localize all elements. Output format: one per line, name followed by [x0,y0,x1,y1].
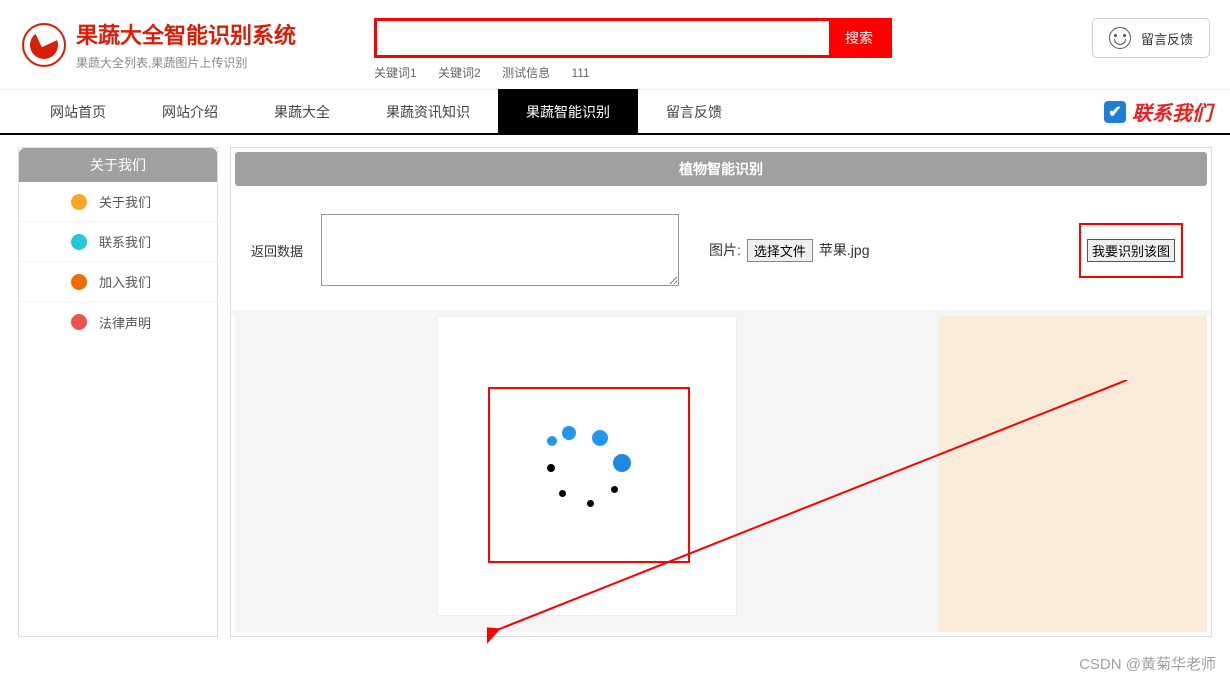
preview-right-panel [939,316,1207,632]
nav-recognition[interactable]: 果蔬智能识别 [498,89,638,135]
sidebar-item-about[interactable]: 关于我们 [19,182,217,222]
about-icon [71,194,87,210]
feedback-button[interactable]: 留言反馈 [1092,18,1210,58]
sidebar-item-legal[interactable]: 法律声明 [19,302,217,342]
sidebar: 关于我们 关于我们 联系我们 加入我们 法律声明 [18,147,218,637]
keyword-link[interactable]: 测试信息 [502,66,550,80]
sidebar-item-label: 法律声明 [99,313,151,332]
join-icon [71,274,87,290]
sidebar-item-label: 联系我们 [99,232,151,251]
form-row: 返回数据 图片: 选择文件 苹果.jpg 我要识别该图 [231,190,1211,316]
site-subtitle: 果蔬大全列表,果蔬图片上传识别 [76,54,296,71]
recognize-highlight: 我要识别该图 [1079,223,1183,278]
sidebar-item-contact[interactable]: 联系我们 [19,222,217,262]
checkmark-icon: ✔ [1104,101,1126,123]
choose-file-button[interactable]: 选择文件 [747,239,813,262]
nav-home[interactable]: 网站首页 [22,89,134,135]
site-title: 果蔬大全智能识别系统 [76,18,296,50]
contact-icon [71,234,87,250]
logo-icon [22,23,66,67]
search-button[interactable]: 搜索 [829,21,889,55]
loading-box [437,316,737,616]
search-keywords: 关键词1 关键词2 测试信息 111 [374,64,892,81]
nav-news[interactable]: 果蔬资讯知识 [358,89,498,135]
sidebar-title: 关于我们 [19,148,217,182]
navbar: 网站首页 网站介绍 果蔬大全 果蔬资讯知识 果蔬智能识别 留言反馈 ✔ 联系我们 [0,89,1230,135]
nav-all[interactable]: 果蔬大全 [246,89,358,135]
keyword-link[interactable]: 关键词1 [374,66,417,80]
legal-icon [71,314,87,330]
search-input[interactable] [377,21,829,55]
sidebar-item-label: 关于我们 [99,192,151,211]
preview-area [235,316,939,632]
face-icon [1109,27,1131,49]
contact-us[interactable]: ✔ 联系我们 [1104,97,1212,126]
search-box: 搜索 [374,18,892,58]
nav-feedback[interactable]: 留言反馈 [638,89,750,135]
sidebar-item-join[interactable]: 加入我们 [19,262,217,302]
keyword-link[interactable]: 111 [571,66,589,80]
return-data-textarea[interactable] [321,214,679,286]
recognize-button[interactable]: 我要识别该图 [1087,239,1175,262]
watermark: CSDN @黄菊华老师 [1079,653,1216,674]
file-name: 苹果.jpg [819,240,870,260]
nav-about[interactable]: 网站介绍 [134,89,246,135]
main-title: 植物智能识别 [235,152,1207,186]
loading-spinner-icon [547,426,627,506]
main-panel: 植物智能识别 返回数据 图片: 选择文件 苹果.jpg 我要识别该图 [230,147,1212,637]
return-data-label: 返回数据 [251,241,303,260]
logo[interactable]: 果蔬大全智能识别系统 果蔬大全列表,果蔬图片上传识别 [22,18,296,71]
image-label: 图片: [709,240,741,260]
contact-label: 联系我们 [1132,97,1212,126]
keyword-link[interactable]: 关键词2 [438,66,481,80]
feedback-label: 留言反馈 [1141,29,1193,48]
sidebar-item-label: 加入我们 [99,272,151,291]
